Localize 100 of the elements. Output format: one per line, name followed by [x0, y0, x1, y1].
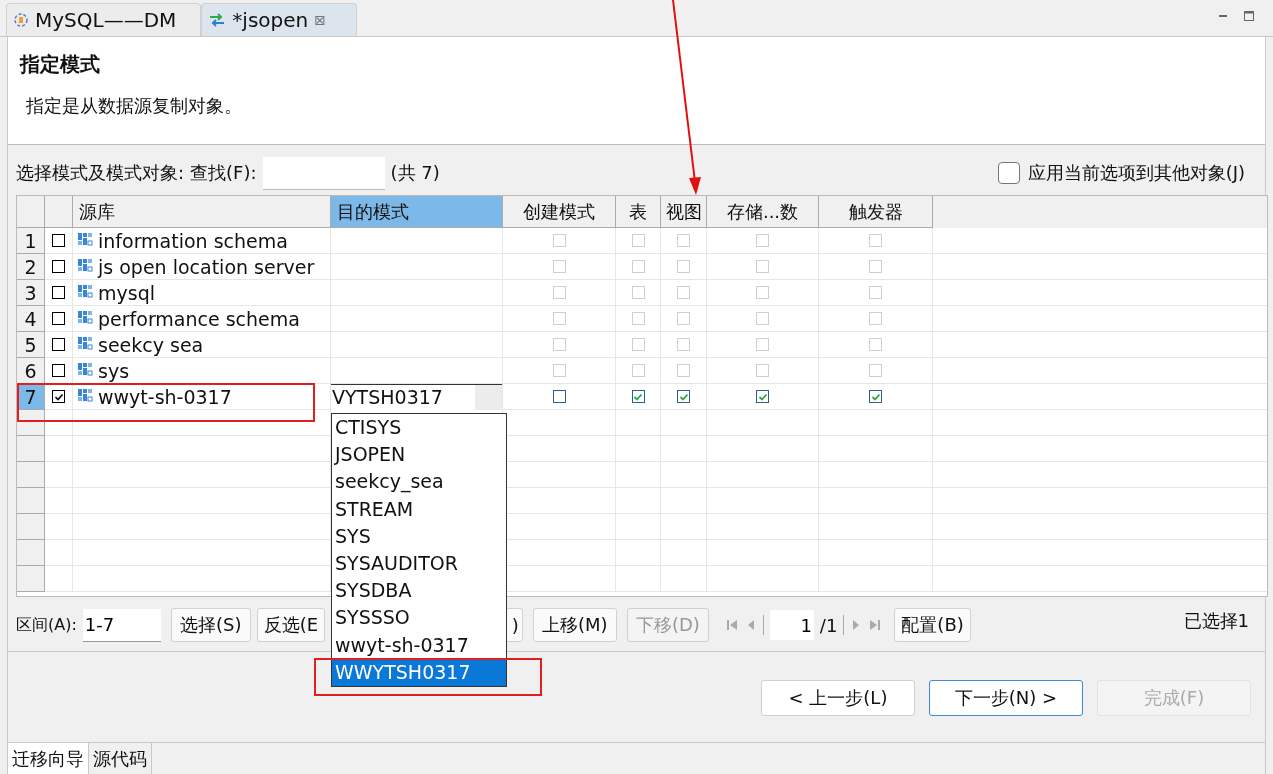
- dropdown-item[interactable]: SYSDBA: [332, 577, 506, 605]
- filter-label: 选择模式及模式对象:: [16, 161, 185, 185]
- row-number: [17, 540, 45, 566]
- dropdown-item[interactable]: SYS: [332, 522, 506, 550]
- schema-icon: [77, 388, 94, 405]
- schema-name: wwyt-sh-0317: [98, 385, 232, 408]
- schema-name: js open location server: [98, 255, 315, 278]
- schema-name: mysql: [98, 281, 155, 304]
- table-cell: [616, 462, 661, 488]
- table-cell: [661, 462, 707, 488]
- table-cell: [661, 540, 707, 566]
- editor-tab[interactable]: MySQL——DM: [6, 3, 202, 36]
- row-number: [17, 488, 45, 514]
- tab-label: *jsopen: [232, 8, 309, 32]
- row-number[interactable]: 4: [17, 306, 45, 332]
- swap-arrows-icon: [208, 13, 227, 27]
- column-header: [45, 196, 73, 228]
- row-number: [17, 462, 45, 488]
- table-cell: [45, 436, 73, 462]
- table-cell: [616, 488, 661, 514]
- bottom-tab[interactable]: 迁移向导: [8, 743, 89, 774]
- page-description: 指定是从数据源复制对象。: [25, 94, 243, 118]
- row-checkbox[interactable]: [52, 364, 65, 377]
- selection-count: 已选择1: [1183, 609, 1249, 633]
- column-header[interactable]: 创建模式: [503, 196, 616, 228]
- wizard-button[interactable]: < 上一步(L): [761, 680, 915, 716]
- table-cell: [616, 436, 661, 462]
- table-cell: [616, 514, 661, 540]
- search-label: 查找(F):: [190, 161, 257, 185]
- row-checkbox[interactable]: [52, 260, 65, 273]
- schema-icon: [77, 336, 94, 353]
- table-cell: [616, 540, 661, 566]
- checkbox-label[interactable]: 应用当前选项到其他对象(J): [1027, 161, 1245, 185]
- database-icon: [13, 12, 29, 28]
- row-checkbox[interactable]: [52, 312, 65, 325]
- row-number[interactable]: 2: [17, 254, 45, 280]
- column-header[interactable]: 源库: [73, 196, 331, 228]
- maximize-icon[interactable]: [1243, 10, 1255, 22]
- schema-icon: [77, 310, 94, 327]
- table-cell: [45, 462, 73, 488]
- page-field[interactable]: 1: [769, 610, 814, 640]
- dropdown-item[interactable]: seekcy_sea: [332, 468, 506, 496]
- schema-name: seekcy sea: [98, 333, 204, 356]
- dropdown-item[interactable]: SYSSSO: [332, 604, 506, 632]
- toolbar-button[interactable]: 选择(S): [170, 608, 251, 642]
- dropdown-item[interactable]: WWYTSH0317: [332, 658, 506, 686]
- row-checkbox[interactable]: [52, 286, 65, 299]
- schema-name: information schema: [98, 229, 288, 252]
- row-number[interactable]: 6: [17, 358, 45, 384]
- page-title: 指定模式: [20, 51, 101, 78]
- row-number[interactable]: 1: [17, 228, 45, 254]
- row-number: [17, 410, 45, 436]
- table-cell: [45, 540, 73, 566]
- table-cell: [45, 488, 73, 514]
- dropdown-item[interactable]: JSOPEN: [332, 441, 506, 469]
- row-number[interactable]: 5: [17, 332, 45, 358]
- range-field[interactable]: 1-7: [82, 608, 161, 642]
- schema-name: sys: [98, 359, 130, 382]
- search-field[interactable]: [262, 156, 385, 190]
- toolbar-button[interactable]: 反选(E: [256, 608, 325, 642]
- schema-icon: [77, 232, 94, 249]
- bottom-tab[interactable]: 源代码: [89, 743, 152, 774]
- row-checkbox[interactable]: [52, 390, 65, 403]
- toolbar-button[interactable]: 上移(M): [532, 608, 617, 642]
- option-checkbox[interactable]: [756, 390, 769, 403]
- tab-label: MySQL——DM: [35, 8, 177, 32]
- range-label: 区间(A):: [16, 614, 77, 636]
- schema-icon: [77, 258, 94, 275]
- dropdown-item[interactable]: wwyt-sh-0317: [332, 631, 506, 659]
- dropdown-item[interactable]: SYSAUDITOR: [332, 549, 506, 578]
- schema-icon: [77, 284, 94, 301]
- table-cell: [661, 488, 707, 514]
- table-cell: [661, 566, 707, 592]
- schema-name: performance schema: [98, 307, 300, 330]
- editor-tab[interactable]: *jsopen ⊠: [201, 3, 357, 36]
- option-checkbox[interactable]: [869, 390, 882, 403]
- column-header[interactable]: 目的模式: [331, 196, 503, 228]
- option-checkbox[interactable]: [631, 390, 645, 403]
- row-number: [17, 436, 45, 462]
- row-checkbox[interactable]: [52, 338, 65, 351]
- column-header[interactable]: 存储...数: [707, 196, 819, 228]
- row-checkbox[interactable]: [52, 234, 65, 247]
- table-cell: [45, 566, 73, 592]
- column-header[interactable]: 视图: [661, 196, 707, 228]
- column-header[interactable]: 表: [616, 196, 661, 228]
- count-label: (共 7): [390, 161, 440, 185]
- dropdown-item[interactable]: CTISYS: [332, 414, 506, 442]
- page-total: /1: [819, 614, 838, 636]
- option-checkbox[interactable]: [677, 390, 690, 403]
- row-number[interactable]: 3: [17, 280, 45, 306]
- column-header[interactable]: 触发器: [819, 196, 933, 228]
- row-number: [17, 514, 45, 540]
- schema-combo[interactable]: VYTSH0317: [331, 383, 502, 410]
- table-cell: [45, 514, 73, 540]
- wizard-button[interactable]: 下一步(N) >: [929, 680, 1083, 716]
- schema-icon: [77, 362, 94, 379]
- config-button[interactable]: 配置(B): [894, 608, 971, 642]
- option-checkbox[interactable]: [552, 390, 566, 403]
- dropdown-item[interactable]: STREAM: [332, 495, 506, 523]
- checkbox[interactable]: [997, 162, 1020, 184]
